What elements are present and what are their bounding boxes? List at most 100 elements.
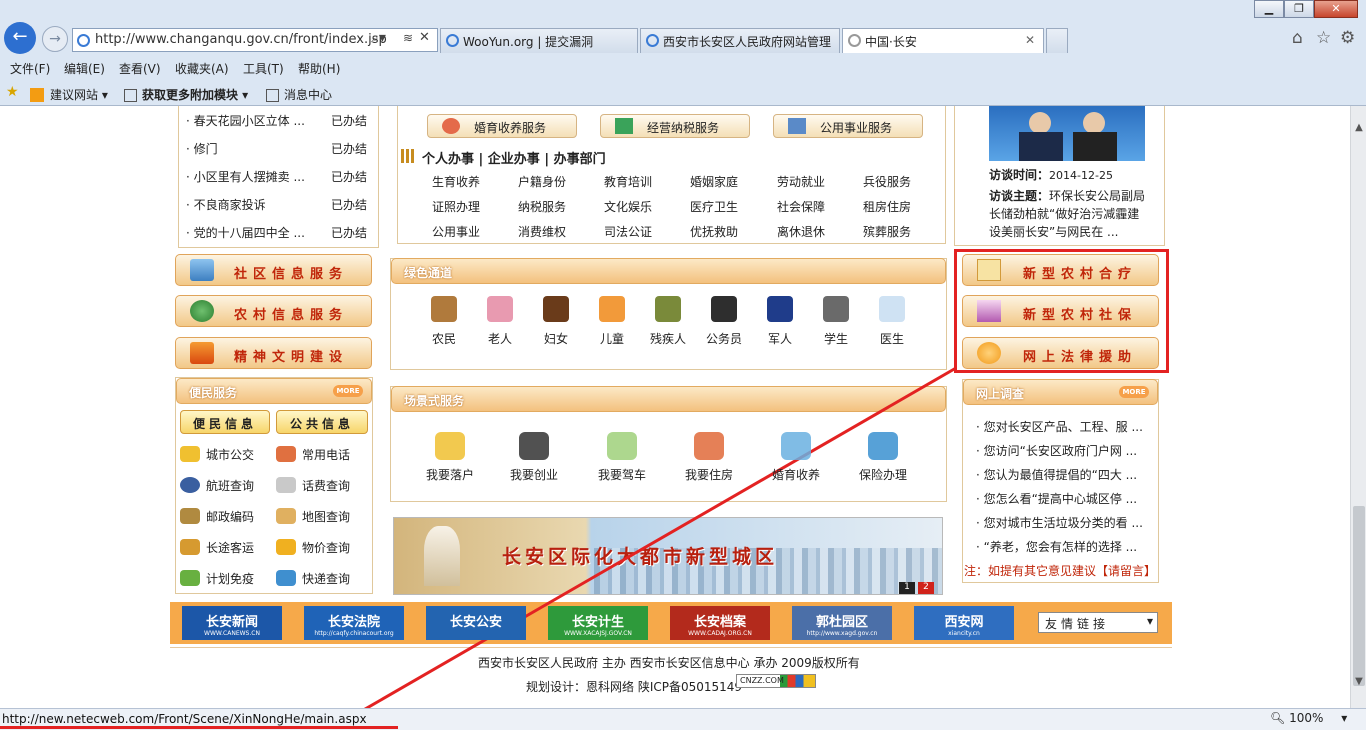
tab-loading-icon	[848, 34, 861, 47]
scroll-thumb[interactable]	[1353, 506, 1365, 686]
service-item-link[interactable]: 教育培训	[604, 173, 652, 190]
fav-label: 获取更多附加模块 ▾	[142, 88, 249, 102]
zoom-control[interactable]: 🔍︎ 100% ▾	[1270, 711, 1347, 725]
survey-item-text: “养老，您会有怎样的选择 ...	[983, 540, 1138, 554]
service-item-link[interactable]: 殡葬服务	[863, 223, 911, 240]
service-item-link[interactable]: 离休退休	[777, 223, 825, 240]
service-item-link[interactable]: 户籍身份	[518, 173, 566, 190]
browser-chrome: ▁ ❐ ✕ ← → http://www.changanqu.gov.cn/fr…	[0, 0, 1366, 106]
green-channel-person[interactable]: 妇女	[531, 296, 581, 347]
zoom-value: 100%	[1289, 711, 1324, 725]
green-channel-person[interactable]: 学生	[811, 296, 861, 347]
survey-item-text: 您访问“长安区政府门户网 ...	[983, 444, 1138, 458]
address-text: http://www.changanqu.gov.cn/front/index.…	[95, 32, 387, 47]
green-channel-person[interactable]: 儿童	[587, 296, 637, 347]
partner-logo[interactable]: 长安法院 http://caqfy.chinacourt.org	[304, 606, 404, 640]
fav-addons[interactable]: 获取更多附加模块 ▾	[124, 86, 248, 103]
partner-logo-url: http://caqfy.chinacourt.org	[314, 630, 394, 637]
service-item-link[interactable]: 证照办理	[432, 198, 480, 215]
green-channel-person[interactable]: 老人	[475, 296, 525, 347]
scene-service-item[interactable]: 我要住房	[677, 432, 741, 483]
search-icon[interactable]: ⌕▾	[371, 30, 386, 46]
green-channel-person[interactable]: 公务员	[699, 296, 749, 347]
service-item-link[interactable]: 文化娱乐	[604, 198, 652, 215]
scene-service-item[interactable]: 我要落户	[418, 432, 482, 483]
menu-edit[interactable]: 编辑(E)	[64, 60, 105, 77]
tab-wooyun[interactable]: WooYun.org | 提交漏洞	[440, 28, 638, 53]
stop-icon[interactable]: ✕	[419, 30, 430, 45]
partner-logo[interactable]: 郭杜园区 http://www.xagd.gov.cn	[792, 606, 892, 640]
home-icon[interactable]: ⌂	[1292, 28, 1303, 48]
scene-service-item[interactable]: 我要驾车	[590, 432, 654, 483]
compat-view-icon[interactable]: ≋	[403, 31, 413, 45]
service-item-link[interactable]: 纳税服务	[518, 198, 566, 215]
menu-tools[interactable]: 工具(T)	[243, 60, 284, 77]
person-avatar-icon	[431, 296, 457, 322]
person-avatar-icon	[879, 296, 905, 322]
service-item-link[interactable]: 租房住房	[863, 198, 911, 215]
service-item-link[interactable]: 司法公证	[604, 223, 652, 240]
menu-file[interactable]: 文件(F)	[10, 60, 50, 77]
survey-item[interactable]: · 您怎么看“提高中心城区停 ...	[976, 490, 1137, 507]
ie-page-icon	[77, 34, 90, 47]
green-channel-person[interactable]: 农民	[419, 296, 469, 347]
scene-service-item[interactable]: 保险办理	[851, 432, 915, 483]
scroll-down-icon[interactable]: ▼	[1351, 676, 1366, 692]
service-item-link[interactable]: 公用事业	[432, 223, 480, 240]
scroll-up-icon[interactable]: ▲	[1351, 122, 1366, 138]
partner-logo[interactable]: 西安网 xiancity.cn	[914, 606, 1014, 640]
survey-item[interactable]: · 您对长安区产品、工程、服 ...	[976, 418, 1143, 435]
tab-changan[interactable]: 中国·长安 ✕	[842, 28, 1044, 53]
partner-logo[interactable]: 长安新闻 WWW.CANEWS.CN	[182, 606, 282, 640]
maximize-button[interactable]: ❐	[1284, 0, 1314, 18]
service-item-link[interactable]: 婚姻家庭	[690, 173, 738, 190]
partner-logo-url: WWW.XACAJSJ.GOV.CN	[564, 630, 632, 637]
vertical-scrollbar[interactable]: ▲ ▼	[1350, 106, 1366, 708]
tab-admin[interactable]: 西安市长安区人民政府网站管理	[640, 28, 840, 53]
minimize-button[interactable]: ▁	[1254, 0, 1284, 18]
survey-item[interactable]: · 您访问“长安区政府门户网 ...	[976, 442, 1137, 459]
favorites-star-icon[interactable]: ☆	[1316, 28, 1331, 48]
scene-service-item[interactable]: 我要创业	[502, 432, 566, 483]
survey-item-text: 您怎么看“提高中心城区停 ...	[983, 492, 1138, 506]
close-window-button[interactable]: ✕	[1314, 0, 1358, 18]
person-avatar-icon	[599, 296, 625, 322]
page-viewport: · 春天花园小区立体 ... 已办结 · 修门 已办结 · 小区里有人摆摊卖 .…	[0, 106, 1350, 708]
tab-close-icon[interactable]: ✕	[1025, 33, 1035, 47]
survey-item[interactable]: · “养老，您会有怎样的选择 ...	[976, 538, 1137, 555]
green-channel-person[interactable]: 军人	[755, 296, 805, 347]
service-item-link[interactable]: 优抚救助	[690, 223, 738, 240]
service-item-link[interactable]: 生育收养	[432, 173, 480, 190]
address-bar[interactable]: http://www.changanqu.gov.cn/front/index.…	[72, 28, 438, 52]
fav-suggested-sites[interactable]: 建议网站 ▾	[30, 86, 108, 103]
back-button[interactable]: ←	[4, 22, 36, 54]
forward-button[interactable]: →	[42, 26, 68, 52]
survey-item[interactable]: · 您认为最值得提倡的“四大 ...	[976, 466, 1137, 483]
menu-view[interactable]: 查看(V)	[119, 60, 161, 77]
menu-favorites[interactable]: 收藏夹(A)	[175, 60, 229, 77]
tools-gear-icon[interactable]: ⚙	[1340, 28, 1355, 48]
service-item-link[interactable]: 社会保障	[777, 198, 825, 215]
fav-message-center[interactable]: 消息中心	[266, 86, 332, 103]
survey-item-text: 您对长安区产品、工程、服 ...	[983, 420, 1143, 434]
service-item-link[interactable]: 劳动就业	[777, 173, 825, 190]
partner-logo-url: http://www.xagd.gov.cn	[806, 630, 878, 637]
partner-logo[interactable]: 长安计生 WWW.XACAJSJ.GOV.CN	[548, 606, 648, 640]
tab-favicon-icon	[446, 34, 459, 47]
service-item-link[interactable]: 消费维权	[518, 223, 566, 240]
service-item-link[interactable]: 兵役服务	[863, 173, 911, 190]
menu-help[interactable]: 帮助(H)	[298, 60, 340, 77]
partner-logo-name: 郭杜园区	[815, 615, 868, 630]
new-tab-button[interactable]	[1046, 28, 1068, 53]
scene-service-item[interactable]: 婚育收养	[764, 432, 828, 483]
partner-logo[interactable]: 长安公安	[426, 606, 526, 640]
partner-logo[interactable]: 长安档案 WWW.CADAJ.ORG.CN	[670, 606, 770, 640]
partner-logo-name: 长安计生	[571, 615, 624, 630]
survey-item[interactable]: · 您对城市生活垃圾分类的看 ...	[976, 514, 1143, 531]
green-channel-person[interactable]: 医生	[867, 296, 917, 347]
person-label: 妇女	[543, 332, 568, 346]
page-icon	[124, 89, 137, 102]
scene-icon	[694, 432, 724, 460]
service-item-link[interactable]: 医疗卫生	[690, 198, 738, 215]
green-channel-person[interactable]: 残疾人	[643, 296, 693, 347]
